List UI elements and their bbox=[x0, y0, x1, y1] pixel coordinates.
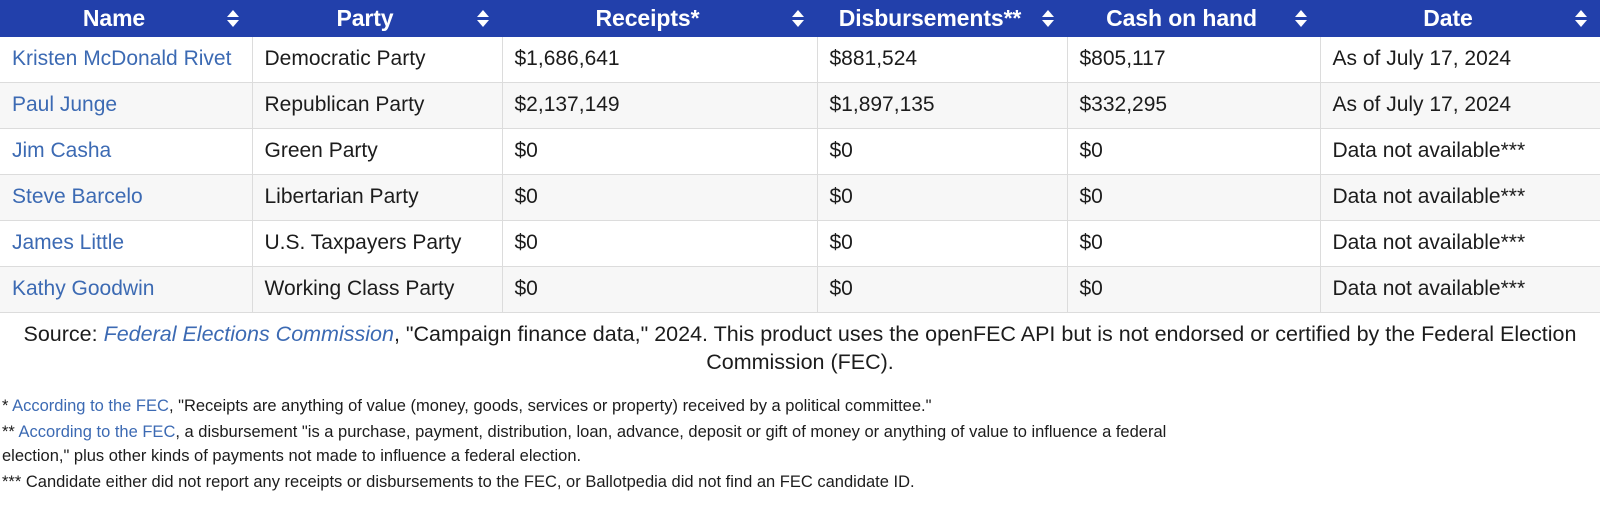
cell-date: As of July 17, 2024 bbox=[1320, 82, 1600, 129]
column-header-cash-on-hand-label: Cash on hand bbox=[1106, 5, 1257, 31]
footnote-receipts: * According to the FEC, "Receipts are an… bbox=[2, 395, 1598, 418]
campaign-finance-table: Name Party Receipts* Disbursements** Cas… bbox=[0, 0, 1600, 313]
candidate-link[interactable]: Steve Barcelo bbox=[12, 185, 143, 208]
column-header-cash-on-hand[interactable]: Cash on hand bbox=[1067, 0, 1320, 37]
cell-date: Data not available*** bbox=[1320, 266, 1600, 313]
column-header-name-label: Name bbox=[82, 5, 146, 31]
candidate-link[interactable]: Kristen McDonald Rivet bbox=[12, 47, 231, 70]
cell-date: As of July 17, 2024 bbox=[1320, 37, 1600, 83]
sort-updown-icon[interactable] bbox=[1292, 8, 1310, 30]
cell-receipts: $2,137,149 bbox=[502, 82, 818, 129]
cell-name: Jim Casha bbox=[0, 128, 253, 175]
sort-updown-icon[interactable] bbox=[224, 8, 242, 30]
column-header-disbursements-label: Disbursements** bbox=[838, 5, 1022, 31]
candidate-link[interactable]: Kathy Goodwin bbox=[12, 277, 154, 300]
cell-name: Kristen McDonald Rivet bbox=[0, 37, 253, 83]
column-header-disbursements[interactable]: Disbursements** bbox=[817, 0, 1067, 37]
sort-updown-icon[interactable] bbox=[474, 8, 492, 30]
cell-receipts: $0 bbox=[502, 128, 818, 175]
footnote-marker: * bbox=[2, 396, 13, 415]
table-body: Kristen McDonald Rivet Democratic Party … bbox=[0, 37, 1600, 313]
candidate-link[interactable]: Jim Casha bbox=[12, 139, 111, 162]
footnote-disbursements: ** According to the FEC, a disbursement … bbox=[2, 421, 1232, 468]
sort-updown-icon[interactable] bbox=[789, 8, 807, 30]
footnotes: * According to the FEC, "Receipts are an… bbox=[0, 381, 1600, 495]
table-header: Name Party Receipts* Disbursements** Cas… bbox=[0, 0, 1600, 37]
cell-name: Kathy Goodwin bbox=[0, 266, 253, 313]
cell-disbursements: $0 bbox=[817, 266, 1068, 313]
cell-receipts: $0 bbox=[502, 220, 818, 267]
cell-date: Data not available*** bbox=[1320, 174, 1600, 221]
column-header-date[interactable]: Date bbox=[1320, 0, 1600, 37]
table-row: James Little U.S. Taxpayers Party $0 $0 … bbox=[0, 220, 1600, 267]
cell-name: Paul Junge bbox=[0, 82, 253, 129]
cell-disbursements: $1,897,135 bbox=[817, 82, 1068, 129]
cell-name: Steve Barcelo bbox=[0, 174, 253, 221]
candidate-link[interactable]: Paul Junge bbox=[12, 93, 117, 116]
column-header-party-label: Party bbox=[336, 5, 394, 31]
footnote-text: Candidate either did not report any rece… bbox=[25, 472, 915, 491]
sort-updown-icon[interactable] bbox=[1039, 8, 1057, 30]
cell-party: Libertarian Party bbox=[252, 174, 503, 221]
table-row: Kathy Goodwin Working Class Party $0 $0 … bbox=[0, 266, 1600, 313]
footnote-marker: ** bbox=[2, 423, 19, 442]
cell-disbursements: $0 bbox=[817, 220, 1068, 267]
cell-name: James Little bbox=[0, 220, 253, 267]
column-header-receipts[interactable]: Receipts* bbox=[502, 0, 817, 37]
cell-party: Green Party bbox=[252, 128, 503, 175]
cell-party: Democratic Party bbox=[252, 37, 503, 83]
cell-date: Data not available*** bbox=[1320, 220, 1600, 267]
footnote-text: , a disbursement "is a purchase, payment… bbox=[2, 423, 1167, 465]
cell-party: Republican Party bbox=[252, 82, 503, 129]
sort-updown-icon[interactable] bbox=[1572, 8, 1590, 30]
fec-source-link[interactable]: Federal Elections Commission bbox=[104, 322, 394, 346]
column-header-party[interactable]: Party bbox=[252, 0, 502, 37]
cell-cash-on-hand: $332,295 bbox=[1067, 82, 1321, 129]
cell-date: Data not available*** bbox=[1320, 128, 1600, 175]
cell-cash-on-hand: $0 bbox=[1067, 174, 1321, 221]
table-row: Jim Casha Green Party $0 $0 $0 Data not … bbox=[0, 128, 1600, 175]
source-suffix: , "Campaign finance data," 2024. This pr… bbox=[393, 321, 1577, 375]
cell-disbursements: $881,524 bbox=[817, 37, 1068, 83]
column-header-name[interactable]: Name bbox=[0, 0, 252, 37]
cell-receipts: $1,686,641 bbox=[502, 37, 818, 83]
fec-definition-link[interactable]: According to the FEC bbox=[12, 397, 169, 415]
footnote-marker: *** bbox=[2, 472, 26, 491]
cell-cash-on-hand: $0 bbox=[1067, 220, 1321, 267]
table-row: Kristen McDonald Rivet Democratic Party … bbox=[0, 37, 1600, 83]
source-caption: Source: Federal Elections Commission, "C… bbox=[0, 313, 1600, 381]
table-header-row: Name Party Receipts* Disbursements** Cas… bbox=[0, 0, 1600, 37]
campaign-finance-panel: Name Party Receipts* Disbursements** Cas… bbox=[0, 0, 1600, 494]
cell-cash-on-hand: $0 bbox=[1067, 128, 1321, 175]
cell-cash-on-hand: $0 bbox=[1067, 266, 1321, 313]
column-header-date-label: Date bbox=[1423, 5, 1473, 31]
candidate-link[interactable]: James Little bbox=[12, 231, 124, 254]
cell-receipts: $0 bbox=[502, 266, 818, 313]
footnote-data-not-available: *** Candidate either did not report any … bbox=[2, 471, 1598, 494]
cell-disbursements: $0 bbox=[817, 174, 1068, 221]
cell-receipts: $0 bbox=[502, 174, 818, 221]
column-header-receipts-label: Receipts* bbox=[595, 5, 700, 31]
cell-party: Working Class Party bbox=[252, 266, 503, 313]
cell-party: U.S. Taxpayers Party bbox=[252, 220, 503, 267]
table-row: Paul Junge Republican Party $2,137,149 $… bbox=[0, 82, 1600, 129]
footnote-text: , "Receipts are anything of value (money… bbox=[168, 396, 932, 415]
fec-definition-link[interactable]: According to the FEC bbox=[19, 423, 176, 441]
cell-disbursements: $0 bbox=[817, 128, 1068, 175]
table-row: Steve Barcelo Libertarian Party $0 $0 $0… bbox=[0, 174, 1600, 221]
source-prefix: Source: bbox=[23, 321, 104, 346]
cell-cash-on-hand: $805,117 bbox=[1067, 37, 1321, 83]
